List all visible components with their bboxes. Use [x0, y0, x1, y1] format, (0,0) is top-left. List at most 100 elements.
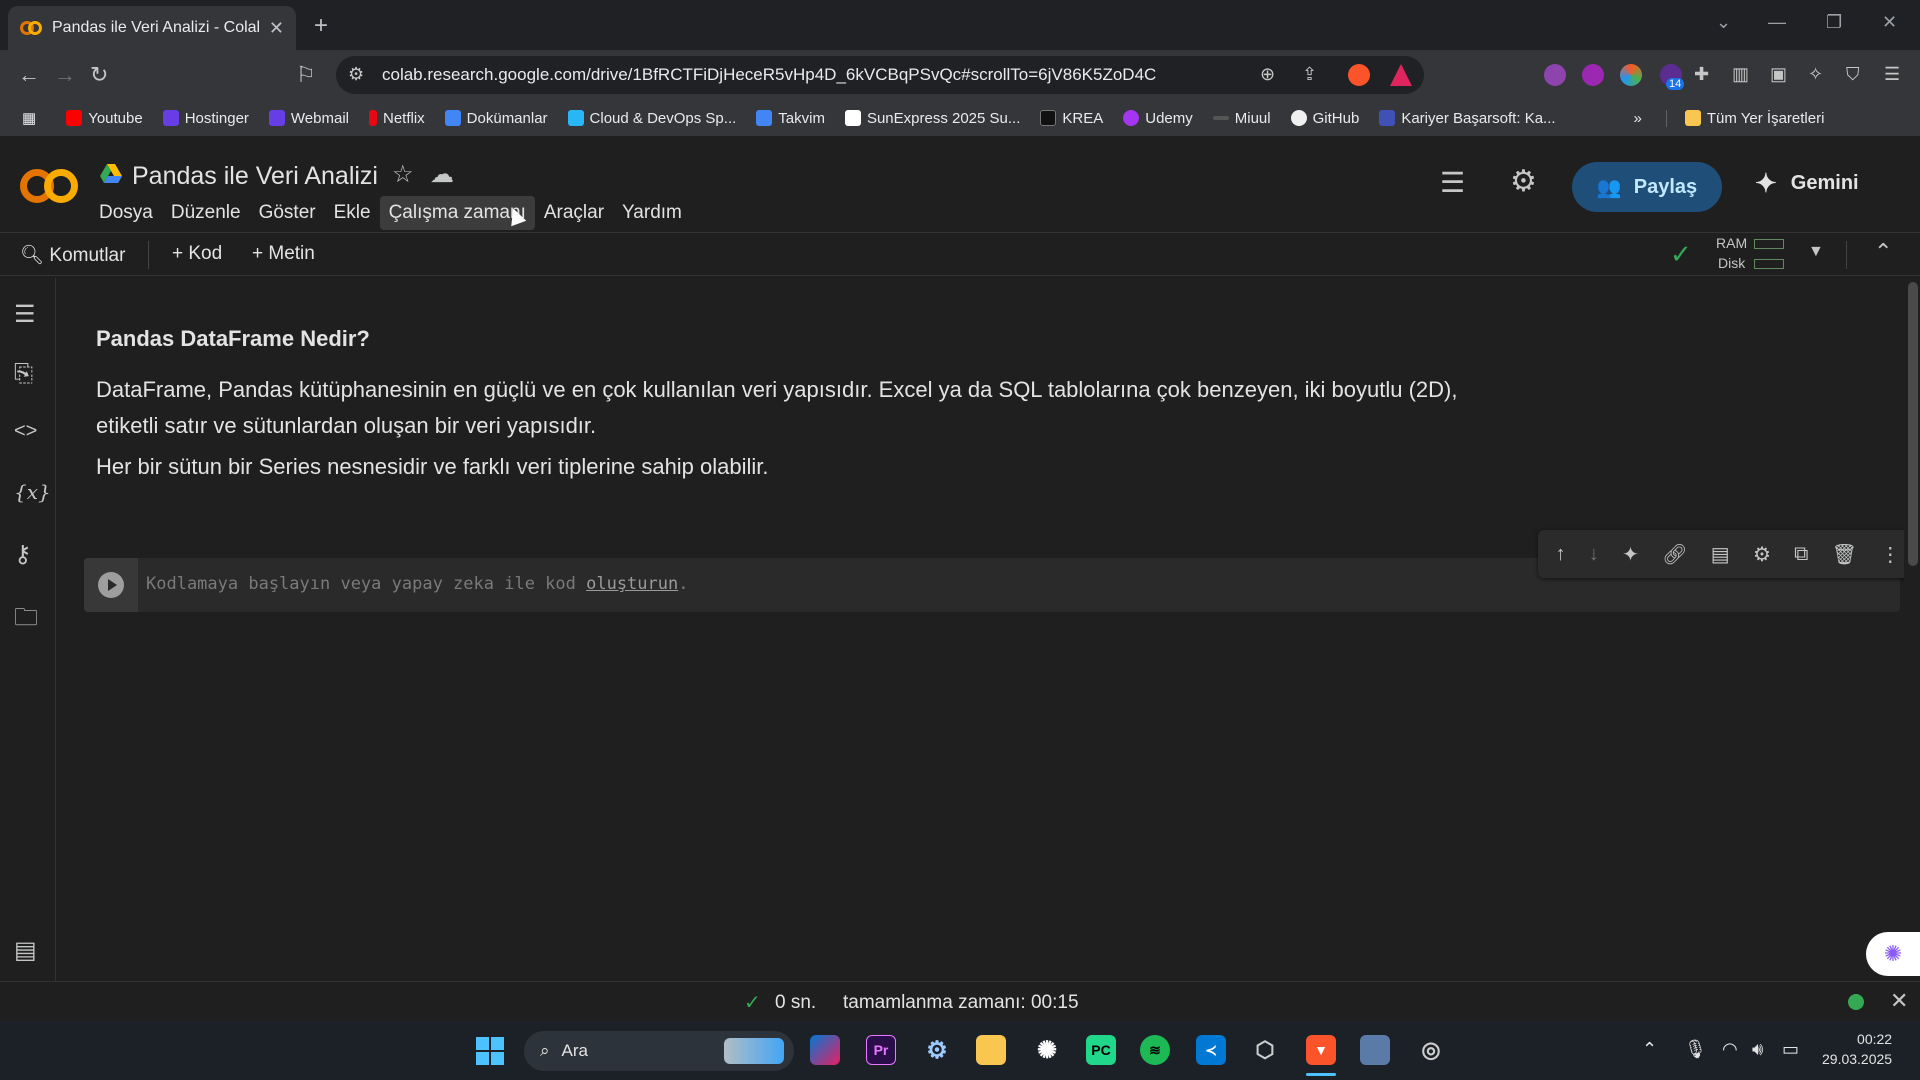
google-drive-icon[interactable]	[100, 164, 122, 184]
extension-2-icon[interactable]	[1582, 64, 1604, 86]
bookmark-dokumanlar[interactable]: Dokümanlar	[435, 110, 558, 127]
bookmark-page-icon[interactable]: ⚐	[296, 62, 316, 88]
battery-icon[interactable]: ▭	[1782, 1039, 1799, 1060]
move-up-icon[interactable]: ↑	[1556, 543, 1566, 566]
all-bookmarks-folder[interactable]: Tüm Yer İşaretleri	[1665, 109, 1835, 127]
menu-yardim[interactable]: Yardım	[613, 196, 691, 230]
chatgpt-icon[interactable]: ✺	[1032, 1035, 1062, 1065]
new-tab-button[interactable]: +	[314, 12, 328, 40]
brave-shields-icon[interactable]	[1348, 64, 1370, 86]
share-button[interactable]: 👥 Paylaş	[1572, 162, 1722, 212]
minimize-button[interactable]: —	[1768, 12, 1786, 33]
tab-close-icon[interactable]: ✕	[269, 18, 284, 39]
comment-icon[interactable]: ▤	[1711, 542, 1730, 567]
premiere-pro-icon[interactable]: Pr	[866, 1035, 896, 1065]
tray-chevron-icon[interactable]: ⌃	[1642, 1039, 1657, 1060]
browser-tab-active[interactable]: Pandas ile Veri Analizi - Colab ✕	[8, 6, 296, 50]
secrets-key-icon[interactable]: ⚷	[14, 540, 32, 569]
delete-trash-icon[interactable]: 🗑︎	[1832, 542, 1857, 567]
cell-settings-gear-icon[interactable]: ⚙	[1753, 542, 1771, 567]
browser-menu-icon[interactable]: ☰	[1884, 64, 1900, 85]
forward-button[interactable]: →	[54, 62, 76, 88]
bookmark-miuul[interactable]: Miuul	[1203, 110, 1281, 127]
reload-button[interactable]: ↻	[90, 62, 108, 88]
gemini-floating-icon[interactable]: ✺	[1866, 932, 1920, 976]
colab-logo[interactable]	[20, 166, 78, 206]
generate-code-link[interactable]: oluşturun	[586, 574, 678, 594]
code-snippets-icon[interactable]: <>	[14, 420, 37, 443]
code-editor-placeholder[interactable]: Kodlamaya başlayın veya yapay zeka ile k…	[146, 574, 688, 594]
add-text-button[interactable]: + Metin	[252, 243, 315, 265]
brave-browser-icon[interactable]: ▼	[1306, 1035, 1336, 1065]
cube-app-icon[interactable]: ⬡	[1250, 1035, 1280, 1065]
more-bookmarks-icon[interactable]: »	[1624, 110, 1652, 127]
wallet-icon[interactable]: ▣	[1770, 64, 1787, 85]
system-clock[interactable]: 00:22 29.03.2025	[1822, 1029, 1892, 1069]
gemini-button[interactable]: ✦ Gemini	[1755, 168, 1859, 199]
collapse-header-icon[interactable]: ⌃	[1874, 239, 1892, 265]
bookmark-sunexpress[interactable]: SunExpress 2025 Su...	[835, 110, 1030, 127]
extension-3-icon[interactable]	[1620, 64, 1642, 86]
bookmark-udemy[interactable]: Udemy	[1113, 110, 1203, 127]
bookmark-netflix[interactable]: Netflix	[359, 110, 435, 127]
link-icon[interactable]: 🔗︎	[1662, 542, 1687, 567]
bookmark-cloud-devops[interactable]: Cloud & DevOps Sp...	[558, 110, 747, 127]
vpn-icon[interactable]: ⛉	[1846, 64, 1860, 85]
settings-gear-icon[interactable]: ⚙	[1510, 164, 1537, 199]
tab-search-chevron-icon[interactable]: ⌄	[1716, 12, 1731, 33]
menu-ekle[interactable]: Ekle	[325, 196, 380, 230]
bookmark-krea[interactable]: KREA	[1030, 110, 1113, 127]
menu-duzenle[interactable]: Düzenle	[162, 196, 250, 230]
sidebar-toggle-icon[interactable]: ▥	[1732, 64, 1749, 85]
close-window-button[interactable]: ✕	[1882, 12, 1897, 33]
apps-grid-icon[interactable]: ▦	[20, 109, 56, 127]
menu-dosya[interactable]: Dosya	[90, 196, 162, 230]
table-of-contents-icon[interactable]: ☰	[14, 300, 36, 329]
leo-ai-icon[interactable]: ✧	[1808, 64, 1823, 85]
notebook-scrollbar[interactable]	[1904, 278, 1920, 981]
file-explorer-icon[interactable]	[976, 1035, 1006, 1065]
menu-goster[interactable]: Göster	[250, 196, 325, 230]
menu-araclar[interactable]: Araçlar	[535, 196, 613, 230]
variables-icon[interactable]: {x}	[14, 480, 51, 504]
comments-icon[interactable]: ☰	[1440, 166, 1465, 199]
site-info-icon[interactable]: ⚙	[348, 64, 364, 85]
zoom-icon[interactable]: ⊕	[1260, 64, 1275, 85]
bookmark-hostinger[interactable]: Hostinger	[153, 110, 259, 127]
resources-dropdown-icon[interactable]: ▼	[1808, 243, 1824, 261]
copilot-icon[interactable]	[810, 1035, 840, 1065]
maximize-button[interactable]: ❐	[1826, 12, 1842, 33]
bookmark-github[interactable]: GitHub	[1281, 110, 1370, 127]
wifi-icon[interactable]: ◠	[1722, 1039, 1738, 1060]
settings-app-icon[interactable]: ⚙	[922, 1035, 952, 1065]
scroll-thumb[interactable]	[1908, 282, 1918, 566]
more-options-icon[interactable]: ⋮	[1880, 542, 1900, 567]
gemini-sparkle-icon[interactable]: ✦	[1622, 542, 1639, 567]
extensions-puzzle-icon[interactable]: ✚	[1694, 64, 1709, 85]
commands-button[interactable]: 🔍︎ Komutlar	[20, 243, 125, 267]
vscode-icon[interactable]: ≺	[1196, 1035, 1226, 1065]
star-icon[interactable]: ☆	[392, 160, 414, 189]
back-button[interactable]: ←	[18, 62, 40, 88]
cloud-saved-icon[interactable]: ☁	[430, 160, 454, 189]
microphone-icon[interactable]: 🎙︎	[1684, 1039, 1707, 1060]
add-code-button[interactable]: + Kod	[172, 243, 222, 265]
move-down-icon[interactable]: ↓	[1589, 543, 1599, 566]
mirror-cell-icon[interactable]: ⧉	[1794, 543, 1808, 566]
notebook-title[interactable]: Pandas ile Veri Analizi	[132, 162, 378, 191]
remote-desktop-icon[interactable]	[1360, 1035, 1390, 1065]
windows-start-icon[interactable]	[476, 1037, 504, 1065]
volume-icon[interactable]: 🔊︎	[1752, 1039, 1763, 1060]
find-replace-icon[interactable]: ⎘	[14, 360, 33, 388]
taskbar-search[interactable]: ⌕ Ara	[524, 1031, 794, 1071]
terminal-icon[interactable]: ▤	[14, 936, 37, 965]
bookmark-kariyer[interactable]: Kariyer Başarsoft: Ka...	[1369, 110, 1565, 127]
extension-1-icon[interactable]	[1544, 64, 1566, 86]
bookmark-webmail[interactable]: Webmail	[259, 110, 359, 127]
share-page-icon[interactable]: ⇪	[1302, 64, 1317, 85]
pycharm-icon[interactable]: PC	[1086, 1035, 1116, 1065]
bookmark-takvim[interactable]: Takvim	[746, 110, 835, 127]
run-cell-play-icon[interactable]	[98, 572, 124, 598]
files-folder-icon[interactable]: 🗀	[14, 600, 38, 641]
spotify-icon[interactable]: ≋	[1140, 1035, 1170, 1065]
